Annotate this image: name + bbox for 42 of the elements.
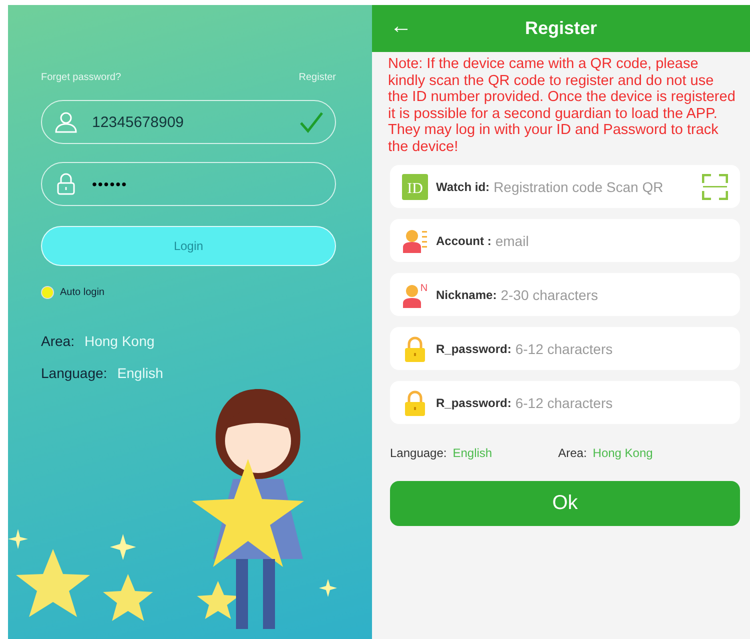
field-label: Account : <box>436 234 492 248</box>
form-field[interactable]: R_password: 6-12 characters <box>390 381 740 424</box>
area-label: Area: <box>41 333 74 349</box>
scan-icon[interactable] <box>702 174 728 200</box>
field-label: Watch id: <box>436 180 490 194</box>
form-field[interactable]: Account : email <box>390 219 740 262</box>
form-field[interactable]: N Nickname: 2-30 characters <box>390 273 740 316</box>
note-text: Note: If the device came with a QR code, please kindly scan the QR code to register and do not use the ID number provided. Once the device is registered it is possible for a second guardian to load the APP. They may log in with your ID and Password to track the device! <box>388 56 736 155</box>
field-label: R_password: <box>436 396 512 410</box>
password-field[interactable]: •••••• <box>41 162 336 206</box>
placeholder-text: 6-12 characters <box>515 394 614 410</box>
language-value[interactable]: English <box>117 365 164 381</box>
language-label: Language: <box>41 365 108 381</box>
back-button[interactable]: ← <box>386 13 416 39</box>
language-value[interactable]: English <box>452 446 492 460</box>
area-value[interactable]: Hong Kong <box>84 333 155 349</box>
auto-login-radio[interactable] <box>41 286 54 299</box>
id-icon: ID <box>402 174 428 200</box>
padlock-icon <box>402 336 428 362</box>
area-value[interactable]: Hong Kong <box>592 446 653 460</box>
forget-password-link[interactable]: Forget password? <box>41 72 122 83</box>
field-label: Nickname: <box>436 288 497 302</box>
login-button[interactable]: Login <box>41 226 336 266</box>
placeholder-text: email <box>495 232 530 248</box>
language-label: Language: <box>390 446 447 460</box>
form-field[interactable]: R_password: 6-12 characters <box>390 327 740 370</box>
ok-button[interactable]: Ok <box>390 481 740 526</box>
form-field[interactable]: ID Watch id: Registration code Scan QR <box>390 165 740 208</box>
screen-title: Register <box>524 18 598 39</box>
area-label: Area: <box>558 446 587 460</box>
register-link[interactable]: Register <box>298 72 336 83</box>
padlock-icon <box>402 390 428 416</box>
placeholder-text: 6-12 characters <box>515 340 614 356</box>
placeholder-text: 2-30 characters <box>500 286 599 302</box>
person-list-icon <box>402 228 428 254</box>
user-icon <box>54 110 78 134</box>
auto-login-label: Auto login <box>60 287 104 298</box>
username-field[interactable]: 12345678909 <box>41 100 336 144</box>
password-dots: •••••• <box>92 176 128 192</box>
field-label: R_password: <box>436 342 512 356</box>
username-text: 12345678909 <box>92 114 185 130</box>
placeholder-text: Registration code Scan QR <box>494 178 664 194</box>
